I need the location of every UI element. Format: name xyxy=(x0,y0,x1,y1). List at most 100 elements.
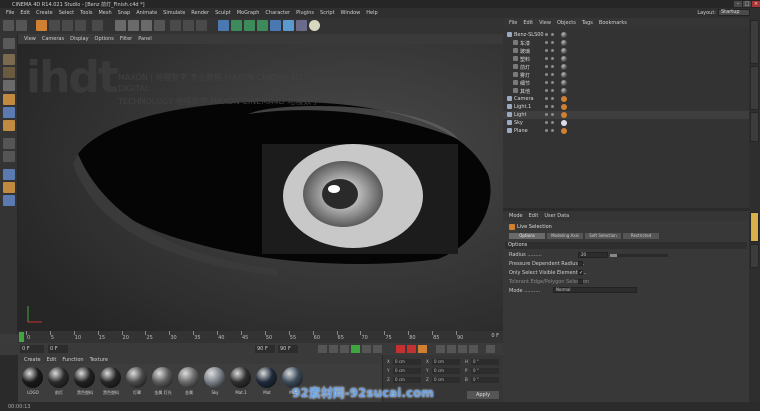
menu-snap[interactable]: Snap xyxy=(118,10,131,16)
tab-content-browser[interactable] xyxy=(750,66,759,110)
recent-tools-icon[interactable] xyxy=(92,20,103,31)
material-swatch[interactable]: 灯罩 xyxy=(126,367,148,400)
coord-field[interactable]: 0 ° xyxy=(471,359,499,365)
mode-select[interactable]: Normal xyxy=(553,287,637,293)
pen-spline-icon[interactable] xyxy=(231,20,242,31)
planar-workplane-icon[interactable] xyxy=(3,195,15,206)
render-visibility-dot[interactable] xyxy=(551,89,554,92)
material-swatch[interactable]: 金属 灯光 xyxy=(152,367,174,400)
object-name[interactable]: 车漆 xyxy=(520,40,530,47)
tab-objects[interactable] xyxy=(750,20,759,64)
menu-character[interactable]: Character xyxy=(265,10,290,16)
menu-render[interactable]: Render xyxy=(191,10,209,16)
x-axis-icon[interactable] xyxy=(115,20,126,31)
menu-create[interactable]: Create xyxy=(36,10,53,16)
attributes-menu-mode[interactable]: Mode xyxy=(509,213,523,219)
render-visibility-dot[interactable] xyxy=(551,121,554,124)
live-selection-icon[interactable] xyxy=(36,20,47,31)
current-frame-marker[interactable] xyxy=(19,332,24,342)
step-back-icon[interactable] xyxy=(340,345,349,353)
object-row[interactable]: 车漆 xyxy=(503,39,749,47)
coord-field[interactable]: 0 cm xyxy=(393,368,421,374)
object-row[interactable]: 塑料 xyxy=(503,55,749,63)
menu-edit[interactable]: Edit xyxy=(20,10,30,16)
polygons-mode-icon[interactable] xyxy=(3,120,15,131)
camera-icon[interactable] xyxy=(296,20,307,31)
scale-key-icon[interactable] xyxy=(447,345,456,353)
viewport-menu-cameras[interactable]: Cameras xyxy=(42,36,64,42)
menu-plugins[interactable]: Plugins xyxy=(296,10,314,16)
material-swatch[interactable]: 黑色塑料 xyxy=(74,367,96,400)
object-row[interactable]: Benz-SLS00 xyxy=(503,31,749,39)
tolerant-selection-checkbox[interactable] xyxy=(578,279,583,284)
rotate-icon[interactable] xyxy=(75,20,86,31)
render-visibility-dot[interactable] xyxy=(551,81,554,84)
deformer-icon[interactable] xyxy=(270,20,281,31)
rotation-key-icon[interactable] xyxy=(458,345,467,353)
close-button[interactable]: × xyxy=(752,1,760,7)
render-visibility-dot[interactable] xyxy=(551,33,554,36)
current-frame-field[interactable]: 0 F xyxy=(20,345,44,353)
object-row[interactable]: 玻璃 xyxy=(503,47,749,55)
object-name[interactable]: Camera xyxy=(514,96,534,102)
material-swatch[interactable]: Sky xyxy=(204,367,226,400)
visibility-dot[interactable] xyxy=(545,33,548,36)
go-to-end-icon[interactable] xyxy=(373,345,382,353)
render-settings-icon[interactable] xyxy=(196,20,207,31)
viewport-menu-filter[interactable]: Filter xyxy=(120,36,132,42)
render-picture-viewer-icon[interactable] xyxy=(183,20,194,31)
tag-icon[interactable] xyxy=(561,80,567,86)
object-row[interactable]: Sky xyxy=(503,119,749,127)
nurbs-icon[interactable] xyxy=(244,20,255,31)
preview-end-field[interactable]: 90 F xyxy=(278,345,298,353)
z-axis-icon[interactable] xyxy=(141,20,152,31)
coord-field[interactable]: 0 cm xyxy=(393,377,421,383)
render-visibility-dot[interactable] xyxy=(551,97,554,100)
visibility-dot[interactable] xyxy=(545,41,548,44)
pressure-radius-checkbox[interactable] xyxy=(578,261,583,266)
objects-menu-view[interactable]: View xyxy=(539,20,551,26)
menu-sculpt[interactable]: Sculpt xyxy=(215,10,231,16)
tab-restricted[interactable]: Restricted xyxy=(623,233,659,239)
object-name[interactable]: 玻璃 xyxy=(520,48,530,55)
coord-field[interactable]: 0 cm xyxy=(432,368,460,374)
tag-icon[interactable] xyxy=(561,96,567,102)
visibility-dot[interactable] xyxy=(545,113,548,116)
tag-icon[interactable] xyxy=(561,128,567,134)
object-row[interactable]: Light xyxy=(503,111,749,119)
object-row[interactable]: 前灯 xyxy=(503,63,749,71)
attributes-menu-edit[interactable]: Edit xyxy=(529,213,539,219)
light-icon[interactable] xyxy=(309,20,320,31)
material-swatch[interactable]: 前灯 xyxy=(48,367,70,400)
end-frame-field[interactable]: 90 F xyxy=(255,345,275,353)
render-visibility-dot[interactable] xyxy=(551,105,554,108)
objects-menu-tags[interactable]: Tags xyxy=(582,20,593,26)
render-visibility-dot[interactable] xyxy=(551,41,554,44)
object-name[interactable]: Benz-SLS00 xyxy=(514,32,544,38)
object-row[interactable]: Light.1 xyxy=(503,103,749,111)
previous-key-icon[interactable] xyxy=(329,345,338,353)
tag-icon[interactable] xyxy=(561,104,567,110)
make-editable-icon[interactable] xyxy=(3,38,15,49)
menu-animate[interactable]: Animate xyxy=(136,10,157,16)
menu-simulate[interactable]: Simulate xyxy=(163,10,185,16)
object-row[interactable]: Plane xyxy=(503,127,749,135)
viewport[interactable]: ihdt MAXON | 地幔数字 专业教程 MAXON CINEMA 4D D… xyxy=(18,44,503,331)
visibility-dot[interactable] xyxy=(545,65,548,68)
tag-icon[interactable] xyxy=(561,72,567,78)
coord-field[interactable]: 0 cm xyxy=(432,377,460,383)
redo-icon[interactable] xyxy=(16,20,27,31)
material-swatch[interactable]: 黑色塑料 xyxy=(100,367,122,400)
object-name[interactable]: 其他 xyxy=(520,88,530,95)
radius-input[interactable]: 20 xyxy=(578,252,608,258)
menu-help[interactable]: Help xyxy=(366,10,377,16)
apply-button[interactable]: Apply xyxy=(467,391,499,399)
timeline-settings-icon[interactable] xyxy=(486,345,495,353)
tag-icon[interactable] xyxy=(561,88,567,94)
render-visibility-dot[interactable] xyxy=(551,129,554,132)
autokey-icon[interactable] xyxy=(407,345,416,353)
tweak-mode-icon[interactable] xyxy=(3,151,15,162)
points-mode-icon[interactable] xyxy=(3,94,15,105)
render-view-icon[interactable] xyxy=(170,20,181,31)
tab-modeling-axis[interactable]: Modeling Axis xyxy=(547,233,583,239)
